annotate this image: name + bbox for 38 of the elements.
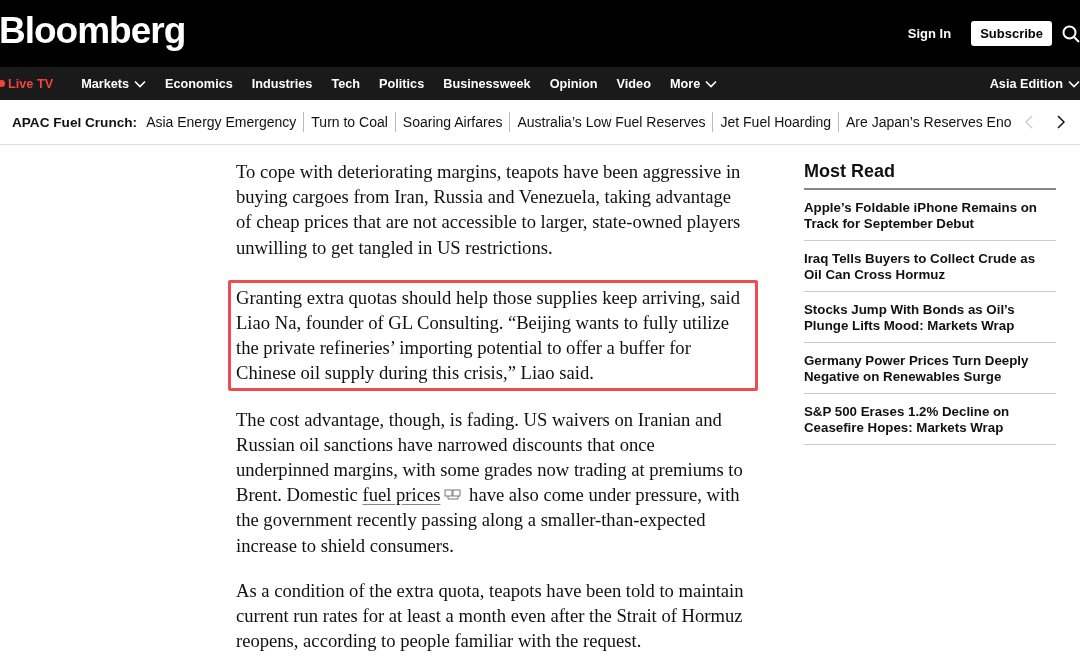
subscribe-button[interactable]: Subscribe <box>971 21 1052 46</box>
search-icon[interactable] <box>1062 24 1080 43</box>
section-heading: Most Read <box>804 161 1056 190</box>
nav-link[interactable]: Opinion <box>549 76 598 91</box>
live-tv-link[interactable]: Live TV <box>0 76 54 91</box>
article-paragraph: To cope with deteriorating margins, teapots have been aggressive in buying cargoes from Iran, Russia and Venezuela, taking advantage of cheap prices that are not accessible to larger, state-owned players unwilling to get tangled in US restrictions. <box>236 160 742 260</box>
edition-selector[interactable]: Asia Edition <box>989 76 1080 91</box>
topic-link[interactable]: Asia Energy Emergency <box>146 112 304 132</box>
topic-link[interactable]: Are Japan’s Reserves Eno <box>838 112 1019 132</box>
headline-link[interactable]: Iraq Tells Buyers to Collect Crude as Oil Can Cross Hormuz <box>804 241 1056 292</box>
nav-link[interactable]: More <box>669 76 718 91</box>
nav-link[interactable]: Markets <box>81 76 147 91</box>
headline-link[interactable]: Apple’s Foldable iPhone Remains on Track for September Debut <box>804 190 1056 241</box>
headline-link[interactable]: Germany Power Prices Turn Deeply Negative on Renewables Surge <box>804 343 1056 394</box>
caret-icon <box>705 79 718 88</box>
sign-in-link[interactable]: Sign In <box>907 26 952 41</box>
article-paragraph: Granting extra quotas should help those supplies keep arriving, said Liao Na, founder of GL Consulting. “Beijing wants to fully utilize the private refineries’ importing potential to offer a buffer for Chinese oil supply during this crisis,” Liao said. <box>228 279 758 391</box>
nav-link[interactable]: Economics <box>165 76 233 91</box>
chevron-right-icon[interactable] <box>1056 115 1065 129</box>
nav-link[interactable]: Video <box>616 76 651 91</box>
topic-link[interactable]: Jet Fuel Hoarding <box>712 112 838 132</box>
article-paragraph: As a condition of the extra quota, teapots have been told to maintain current run rates for at least a month even after the Strait of Hormuz reopens, according to people familiar with the request. <box>236 578 745 654</box>
nav-link[interactable]: Businessweek <box>443 76 531 91</box>
caret-icon <box>1068 79 1080 88</box>
topic-link[interactable]: Soaring Airfares <box>394 112 510 132</box>
topic-link[interactable]: Turn to Coal <box>303 112 395 132</box>
nav-link[interactable]: Politics <box>379 76 425 91</box>
topic-link[interactable]: Australia’s Low Fuel Reserves <box>509 112 713 132</box>
topic-label: APAC Fuel Crunch: <box>12 114 138 130</box>
nav-link[interactable]: Tech <box>331 76 361 91</box>
article-link[interactable]: fuel prices <box>362 484 441 506</box>
headline-link[interactable]: Stocks Jump With Bonds as Oil’s Plunge Lifts Mood: Markets Wrap <box>804 292 1056 343</box>
headline-link[interactable]: S&P 500 Erases 1.2% Decline on Ceasefire Hopes: Markets Wrap <box>804 394 1056 445</box>
article-paragraph: The cost advantage, though, is fading. US waivers on Iranian and Russian oil sanctions have narrowed discounts that once underpinned margins, with some grades now trading at premiums to Brent. Domestic fuel prices have also come under pressure, with the government recently passing along a smaller-than-expected increase to shield consumers. <box>236 407 744 558</box>
nav-link[interactable]: Industries <box>251 76 313 91</box>
logo[interactable]: Bloomberg <box>0 9 186 52</box>
caret-icon <box>134 79 147 88</box>
terminal-icon[interactable] <box>444 489 463 502</box>
